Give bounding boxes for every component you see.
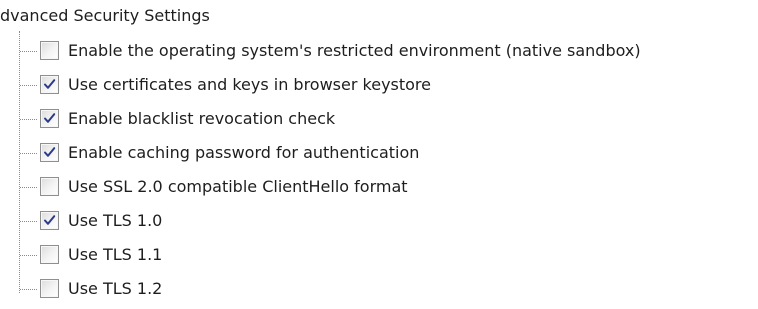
checkmark-icon [44,147,56,157]
tree-connector-line [19,31,20,293]
setting-checkbox[interactable] [40,245,59,264]
setting-checkbox[interactable] [40,109,59,128]
tree-branch-line [20,187,37,188]
tree-branch-line [20,51,37,52]
tree-root-label[interactable]: dvanced Security Settings [0,6,210,26]
setting-label[interactable]: Enable the operating system's restricted… [68,41,641,61]
advanced-security-settings-tree: dvanced Security Settings Enable the ope… [0,0,758,305]
setting-label[interactable]: Use TLS 1.2 [68,279,162,299]
checkmark-icon [44,113,56,123]
setting-label[interactable]: Use certificates and keys in browser key… [68,75,431,95]
setting-checkbox[interactable] [40,75,59,94]
tree-branch-line [20,221,37,222]
checkmark-icon [44,79,56,89]
tree-branch-line [20,119,37,120]
setting-checkbox[interactable] [40,279,59,298]
tree-branch-line [20,85,37,86]
setting-label[interactable]: Use TLS 1.0 [68,211,162,231]
setting-checkbox[interactable] [40,177,59,196]
setting-checkbox[interactable] [40,143,59,162]
setting-checkbox[interactable] [40,211,59,230]
tree-branch-line [20,153,37,154]
setting-label[interactable]: Use SSL 2.0 compatible ClientHello forma… [68,177,408,197]
setting-checkbox[interactable] [40,41,59,60]
tree-branch-line [20,289,37,290]
checkmark-icon [44,215,56,225]
setting-label[interactable]: Use TLS 1.1 [68,245,162,265]
setting-label[interactable]: Enable blacklist revocation check [68,109,335,129]
setting-label[interactable]: Enable caching password for authenticati… [68,143,419,163]
tree-branch-line [20,255,37,256]
